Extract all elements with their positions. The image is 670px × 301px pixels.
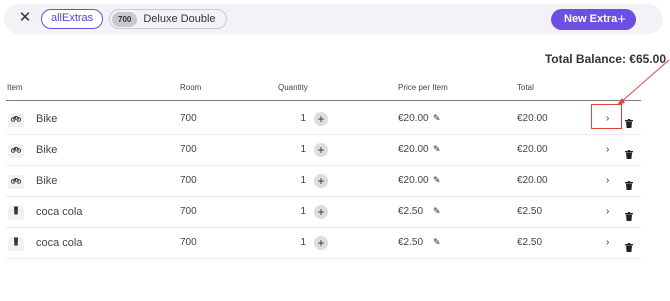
edit-price-icon[interactable]: ✎ — [433, 237, 441, 248]
increase-quantity-button[interactable]: + — [314, 236, 328, 250]
table-row[interactable]: coca cola 700 1 + €2.50 ✎ €2.50 › — [0, 228, 641, 259]
item-room: 700 — [180, 175, 197, 186]
item-total: €20.00 — [517, 144, 548, 155]
increase-quantity-button[interactable]: + — [314, 112, 328, 126]
annotation-highlight-box — [591, 104, 622, 129]
room-number-badge: 700 — [112, 11, 138, 27]
new-extra-label: New Extra — [564, 13, 618, 25]
filter-pill-all-extras[interactable]: allExtras — [41, 9, 104, 29]
edit-price-icon[interactable]: ✎ — [433, 175, 441, 186]
chevron-right-icon[interactable]: › — [606, 237, 609, 248]
table-row[interactable]: coca cola 700 1 + €2.50 ✎ €2.50 › — [0, 197, 641, 228]
bike-icon — [8, 113, 24, 127]
item-quantity: 1 — [300, 175, 306, 186]
trash-icon[interactable] — [625, 239, 633, 252]
item-total: €20.00 — [517, 113, 548, 124]
column-header-item: Item — [7, 83, 23, 92]
item-room: 700 — [180, 144, 197, 155]
drink-icon — [8, 237, 24, 251]
item-quantity: 1 — [300, 113, 306, 124]
item-total: €20.00 — [517, 175, 548, 186]
table-row[interactable]: Bike 700 1 + €20.00 ✎ €20.00 › — [0, 135, 641, 166]
increase-quantity-button[interactable]: + — [314, 174, 328, 188]
close-icon[interactable]: ✕ — [18, 10, 32, 25]
item-room: 700 — [180, 237, 197, 248]
trash-icon[interactable] — [625, 115, 633, 128]
row-divider — [6, 258, 641, 259]
trash-icon[interactable] — [625, 146, 633, 159]
item-quantity: 1 — [300, 144, 306, 155]
item-name: Bike — [36, 144, 58, 156]
room-filter-pill[interactable]: 700 Deluxe Double — [109, 9, 227, 29]
edit-price-icon[interactable]: ✎ — [433, 206, 441, 217]
drink-icon — [8, 206, 24, 220]
chevron-right-icon[interactable]: › — [606, 206, 609, 217]
item-price: €2.50 — [398, 206, 424, 217]
item-quantity: 1 — [300, 237, 306, 248]
item-price: €20.00 — [398, 175, 429, 186]
item-price: €20.00 — [398, 144, 429, 155]
edit-price-icon[interactable]: ✎ — [433, 113, 441, 124]
item-total: €2.50 — [517, 237, 543, 248]
item-price: €20.00 — [398, 113, 429, 124]
trash-icon[interactable] — [625, 208, 633, 221]
increase-quantity-button[interactable]: + — [314, 205, 328, 219]
edit-price-icon[interactable]: ✎ — [433, 144, 441, 155]
room-type-label: Deluxe Double — [143, 13, 216, 25]
table-row[interactable]: Bike 700 1 + €20.00 ✎ €20.00 › — [0, 166, 641, 197]
chevron-right-icon[interactable]: › — [606, 144, 609, 155]
item-name: coca cola — [36, 237, 83, 249]
item-room: 700 — [180, 113, 197, 124]
column-header-room: Room — [180, 83, 202, 92]
trash-icon[interactable] — [625, 177, 633, 190]
item-price: €2.50 — [398, 237, 424, 248]
item-name: Bike — [36, 113, 58, 125]
chevron-right-icon[interactable]: › — [606, 175, 609, 186]
plus-icon: + — [617, 11, 626, 28]
table-row[interactable]: Bike 700 1 + €20.00 ✎ €20.00 › — [0, 104, 641, 135]
header-divider — [6, 100, 641, 101]
new-extra-button[interactable]: New Extra + — [551, 9, 636, 30]
item-name: Bike — [36, 175, 58, 187]
increase-quantity-button[interactable]: + — [314, 143, 328, 157]
item-total: €2.50 — [517, 206, 543, 217]
filter-bar: ✕ allExtras 700 Deluxe Double New Extra … — [4, 4, 663, 34]
column-header-quantity: Quantity — [278, 83, 308, 92]
column-header-total: Total — [517, 83, 534, 92]
bike-icon — [8, 144, 24, 158]
bike-icon — [8, 175, 24, 189]
item-quantity: 1 — [300, 206, 306, 217]
item-name: coca cola — [36, 206, 83, 218]
column-header-price: Price per Item — [398, 83, 448, 92]
total-balance: Total Balance: €65.00 — [544, 52, 666, 66]
item-room: 700 — [180, 206, 197, 217]
